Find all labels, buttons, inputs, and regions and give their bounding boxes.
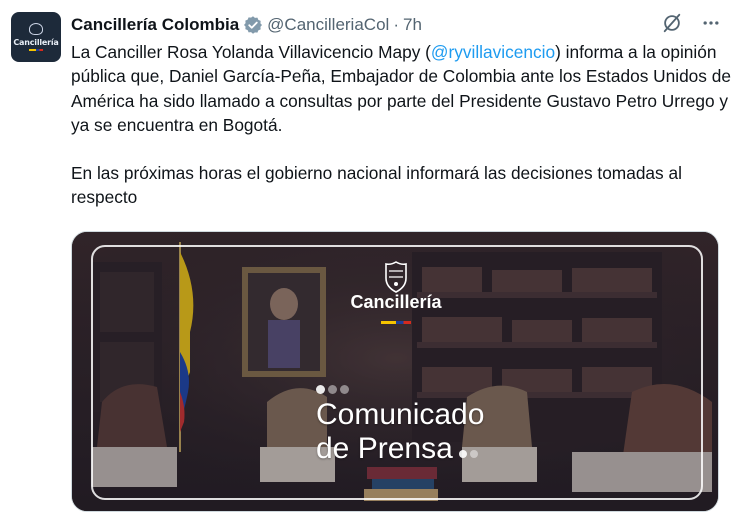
decorative-dots [316, 385, 349, 394]
avatar-label: Cancillería [13, 38, 59, 47]
separator-dot: · [393, 15, 399, 34]
flag-stripe [381, 321, 411, 324]
tweet-header: Cancillería Colombia @CancilleriaCol · 7… [71, 13, 422, 37]
more-icon[interactable] [701, 13, 721, 33]
mention-link[interactable]: @ryvillavicencio [431, 42, 555, 62]
tweet-paragraph-2: En las próximas horas el gobierno nacion… [71, 163, 682, 208]
tweet-actions [661, 12, 721, 34]
flag-stripe [29, 49, 43, 51]
timestamp[interactable]: 7h [403, 15, 422, 35]
tweet-paragraph-1: La Canciller Rosa Yolanda Villavicencio … [71, 40, 731, 137]
headline-line-2: de Prensa [316, 432, 453, 465]
verified-badge-icon[interactable] [243, 15, 263, 35]
grok-icon[interactable] [661, 12, 683, 34]
handle[interactable]: @CancilleriaCol [267, 15, 389, 35]
headline-line-2-wrap: de Prensa [316, 432, 484, 466]
brand-label: Cancillería [350, 292, 442, 312]
headline: Comunicado de Prensa [316, 398, 484, 466]
decorative-dots [458, 450, 478, 458]
crest-icon [29, 23, 43, 35]
headline-line-1: Comunicado [316, 398, 485, 431]
media-image[interactable]: Cancillería Comunicado de Prensa [71, 231, 719, 512]
display-name[interactable]: Cancillería Colombia [71, 15, 239, 35]
avatar[interactable]: Cancillería [11, 12, 61, 62]
coat-of-arms-icon [385, 261, 407, 293]
tweet-text-part: La Canciller Rosa Yolanda Villavicencio … [71, 42, 431, 62]
tweet-text: La Canciller Rosa Yolanda Villavicencio … [71, 40, 731, 210]
